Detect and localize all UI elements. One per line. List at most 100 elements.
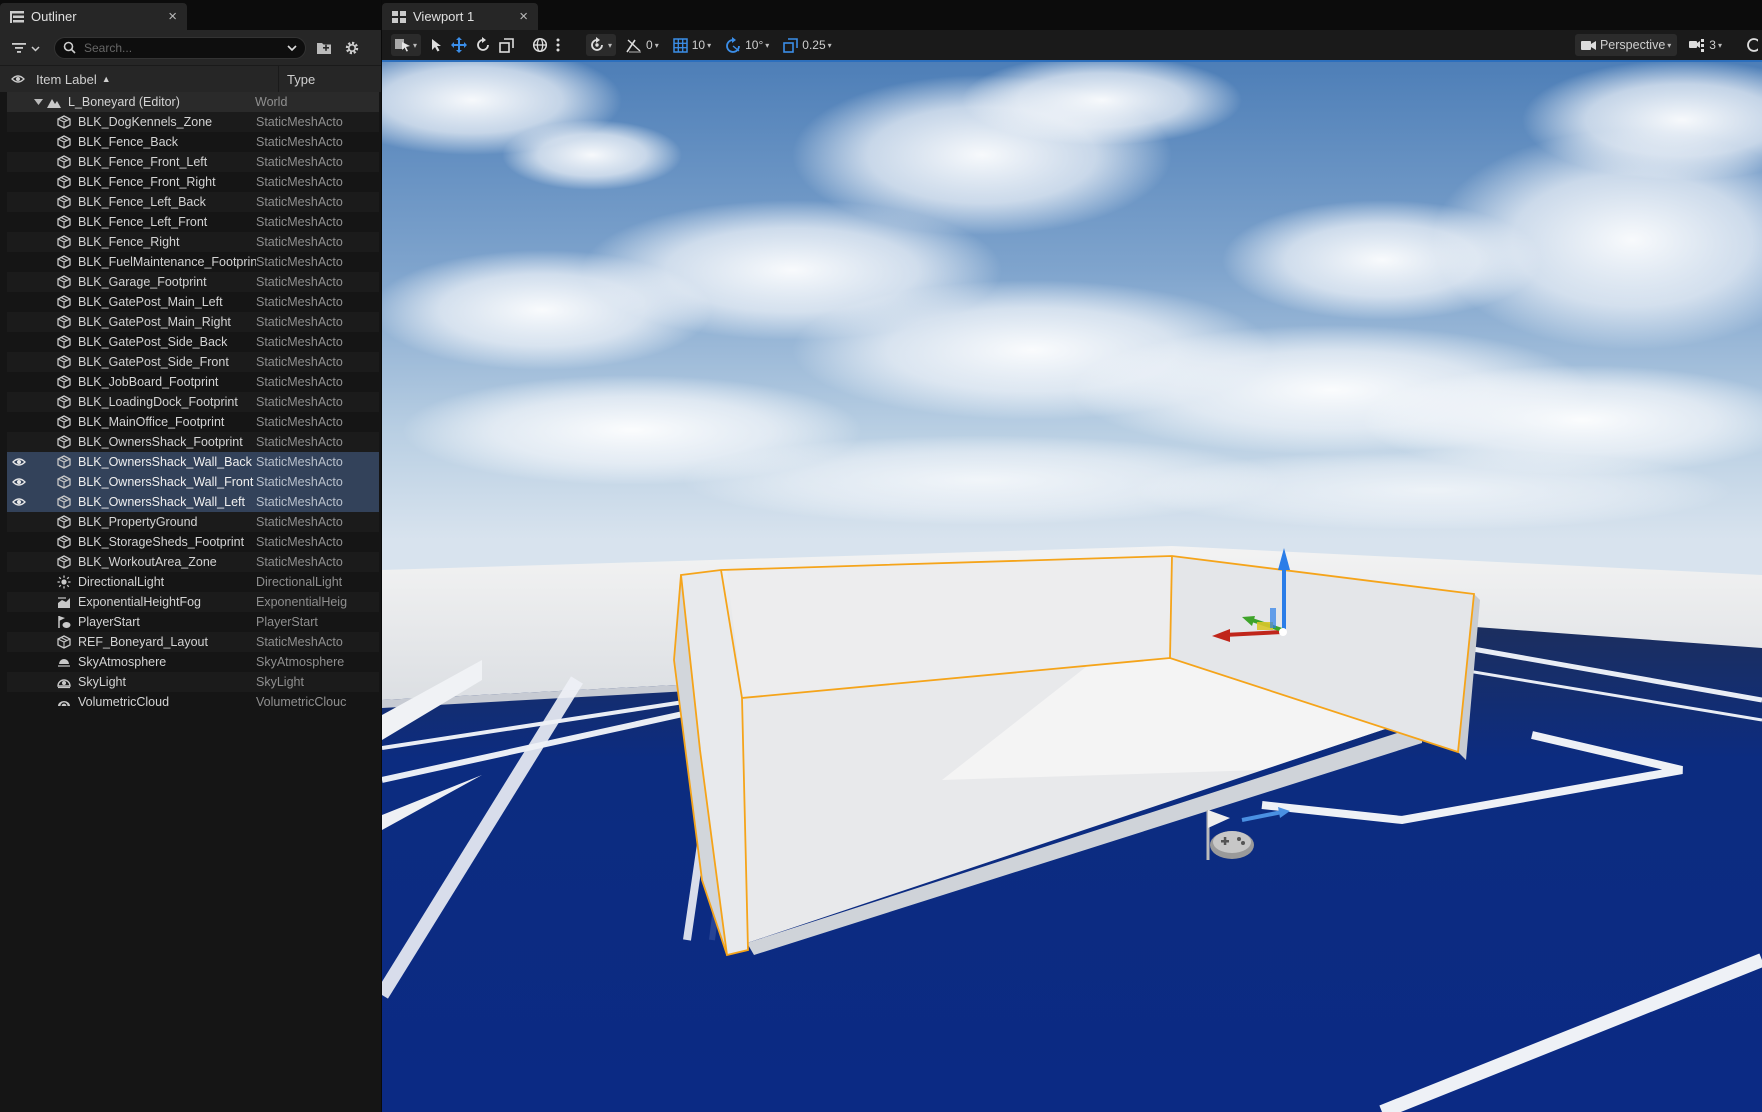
grid-snap-dropdown[interactable]: 10 ▾ [669, 34, 715, 56]
filter-button[interactable] [12, 37, 48, 59]
tree-row-world[interactable]: L_Boneyard (Editor) World [7, 92, 379, 112]
tree-row[interactable]: ExponentialHeightFog ExponentialHeig [7, 592, 379, 612]
add-folder-button[interactable] [314, 38, 334, 58]
tree-row-type: StaticMeshActo [256, 215, 343, 229]
tree-row-type: StaticMeshActo [256, 335, 343, 349]
viewport-tabbar: Viewport 1 × [382, 0, 1762, 30]
search-icon [63, 41, 76, 54]
scale-snap-dropdown[interactable]: 0.25 ▾ [779, 34, 835, 56]
more-options-button[interactable] [552, 34, 564, 56]
tree-row[interactable]: BLK_OwnersShack_Footprint StaticMeshActo [7, 432, 379, 452]
select-mode-dropdown[interactable]: ▾ [391, 34, 422, 56]
camera-icon [1580, 40, 1596, 50]
static-mesh-icon [55, 534, 73, 550]
surface-snap-value-dropdown[interactable]: 0 ▾ [622, 34, 663, 56]
column-headers: Item Label ▲ Type [0, 65, 381, 92]
add-folder-icon [317, 42, 331, 54]
tree-row[interactable]: BLK_OwnersShack_Wall_Left StaticMeshActo [7, 492, 379, 512]
snap-angle-icon [626, 39, 642, 53]
tree-row-type: StaticMeshActo [256, 555, 343, 569]
eye-icon[interactable] [7, 457, 31, 467]
eye-icon[interactable] [7, 477, 31, 487]
tree-row[interactable]: PlayerStart PlayerStart [7, 612, 379, 632]
tree-row[interactable]: BLK_Fence_Right StaticMeshActo [7, 232, 379, 252]
tree-row-label: REF_Boneyard_Layout [78, 635, 208, 649]
tree-row[interactable]: BLK_PropertyGround StaticMeshActo [7, 512, 379, 532]
search-input[interactable] [84, 40, 284, 55]
chevron-down-icon[interactable] [287, 40, 297, 54]
close-icon[interactable]: × [519, 8, 528, 25]
grid-icon [672, 37, 688, 53]
tree-row[interactable]: BLK_Fence_Front_Left StaticMeshActo [7, 152, 379, 172]
tree-row[interactable]: BLK_JobBoard_Footprint StaticMeshActo [7, 372, 379, 392]
tree-row-type: SkyLight [256, 675, 304, 689]
skylight-icon [55, 674, 73, 690]
translate-tool-button[interactable] [447, 34, 471, 56]
view-mode-dropdown[interactable]: Perspective ▾ [1574, 34, 1678, 56]
tree-row-type: StaticMeshActo [256, 635, 343, 649]
cloud-icon [55, 694, 73, 710]
camera-speed-dropdown[interactable]: 3 ▾ [1685, 34, 1726, 56]
tree-row[interactable]: BLK_GatePost_Side_Front StaticMeshActo [7, 352, 379, 372]
type-column-header[interactable]: Type [279, 72, 315, 87]
static-mesh-icon [55, 294, 73, 310]
tree-row-label: SkyLight [78, 675, 126, 689]
tree-row[interactable]: BLK_Fence_Left_Front StaticMeshActo [7, 212, 379, 232]
item-label-column-header[interactable]: Item Label ▲ [36, 66, 279, 92]
tree-row[interactable]: BLK_DogKennels_Zone StaticMeshActo [7, 112, 379, 132]
tree-row[interactable]: BLK_StorageSheds_Footprint StaticMeshActo [7, 532, 379, 552]
tree-row-label: BLK_OwnersShack_Wall_Back [78, 455, 252, 469]
camera-speed-icon [1689, 39, 1705, 52]
tree-row[interactable]: BLK_LoadingDock_Footprint StaticMeshActo [7, 392, 379, 412]
tree-row[interactable]: SkyAtmosphere SkyAtmosphere [7, 652, 379, 672]
tree-row[interactable]: REF_Boneyard_Layout StaticMeshActo [7, 632, 379, 652]
tree-row-type: StaticMeshActo [256, 535, 343, 549]
tree-row-type: StaticMeshActo [256, 395, 343, 409]
scale-tool-button[interactable] [495, 34, 518, 56]
tree-row[interactable]: BLK_Fence_Front_Right StaticMeshActo [7, 172, 379, 192]
tree-row[interactable]: SkyLight SkyLight [7, 672, 379, 692]
static-mesh-icon [55, 414, 73, 430]
tree-row-type: StaticMeshActo [256, 315, 343, 329]
tree-row-type: DirectionalLight [256, 575, 343, 589]
tab-outliner[interactable]: Outliner × [0, 3, 187, 30]
tree-row[interactable]: VolumetricCloud VolumetricClouc [7, 692, 379, 712]
tab-viewport-1[interactable]: Viewport 1 × [382, 3, 538, 30]
camera-speed-value: 3 [1709, 38, 1716, 52]
tab-outliner-label: Outliner [31, 9, 77, 24]
select-tool-button[interactable] [427, 34, 447, 56]
tree-row[interactable]: BLK_OwnersShack_Wall_Back StaticMeshActo [7, 452, 379, 472]
tree-row[interactable]: DirectionalLight DirectionalLight [7, 572, 379, 592]
rotate-tool-button[interactable] [471, 34, 495, 56]
chevron-down-icon: ▾ [413, 40, 418, 50]
world-label: L_Boneyard (Editor) [68, 95, 180, 109]
coordinate-system-button[interactable] [528, 34, 552, 56]
tree-row-type: ExponentialHeig [256, 595, 348, 609]
tree-row[interactable]: BLK_Fence_Left_Back StaticMeshActo [7, 192, 379, 212]
world-icon [45, 94, 63, 110]
viewport-options-button[interactable] [1740, 34, 1762, 56]
tree-row-type: StaticMeshActo [256, 515, 343, 529]
surface-snapping-dropdown[interactable]: ▾ [586, 34, 617, 56]
tree-row[interactable]: BLK_OwnersShack_Wall_Front StaticMeshActo [7, 472, 379, 492]
tree-row[interactable]: BLK_Fence_Back StaticMeshActo [7, 132, 379, 152]
tree-row[interactable]: BLK_WorkoutArea_Zone StaticMeshActo [7, 552, 379, 572]
search-box[interactable] [54, 36, 306, 59]
tree-row-type: StaticMeshActo [256, 135, 343, 149]
tree-row[interactable]: BLK_GatePost_Side_Back StaticMeshActo [7, 332, 379, 352]
close-icon[interactable]: × [168, 8, 177, 25]
tree-row[interactable]: BLK_FuelMaintenance_Footprint StaticMeshA… [7, 252, 379, 272]
rotate-icon [477, 37, 489, 51]
tree-row[interactable]: BLK_GatePost_Main_Left StaticMeshActo [7, 292, 379, 312]
tree-row-type: StaticMeshActo [256, 235, 343, 249]
visibility-column-header[interactable] [0, 74, 36, 84]
type-header-text: Type [287, 71, 316, 87]
rotation-snap-dropdown[interactable]: 10° ▾ [721, 34, 773, 56]
tree-row[interactable]: BLK_GatePost_Main_Right StaticMeshActo [7, 312, 379, 332]
tree-row[interactable]: BLK_Garage_Footprint StaticMeshActo [7, 272, 379, 292]
tree-row[interactable]: BLK_MainOffice_Footprint StaticMeshActo [7, 412, 379, 432]
eye-icon[interactable] [7, 497, 31, 507]
viewport-3d[interactable] [382, 60, 1762, 1112]
expand-arrow-icon[interactable] [31, 99, 45, 105]
settings-button[interactable] [342, 38, 362, 58]
